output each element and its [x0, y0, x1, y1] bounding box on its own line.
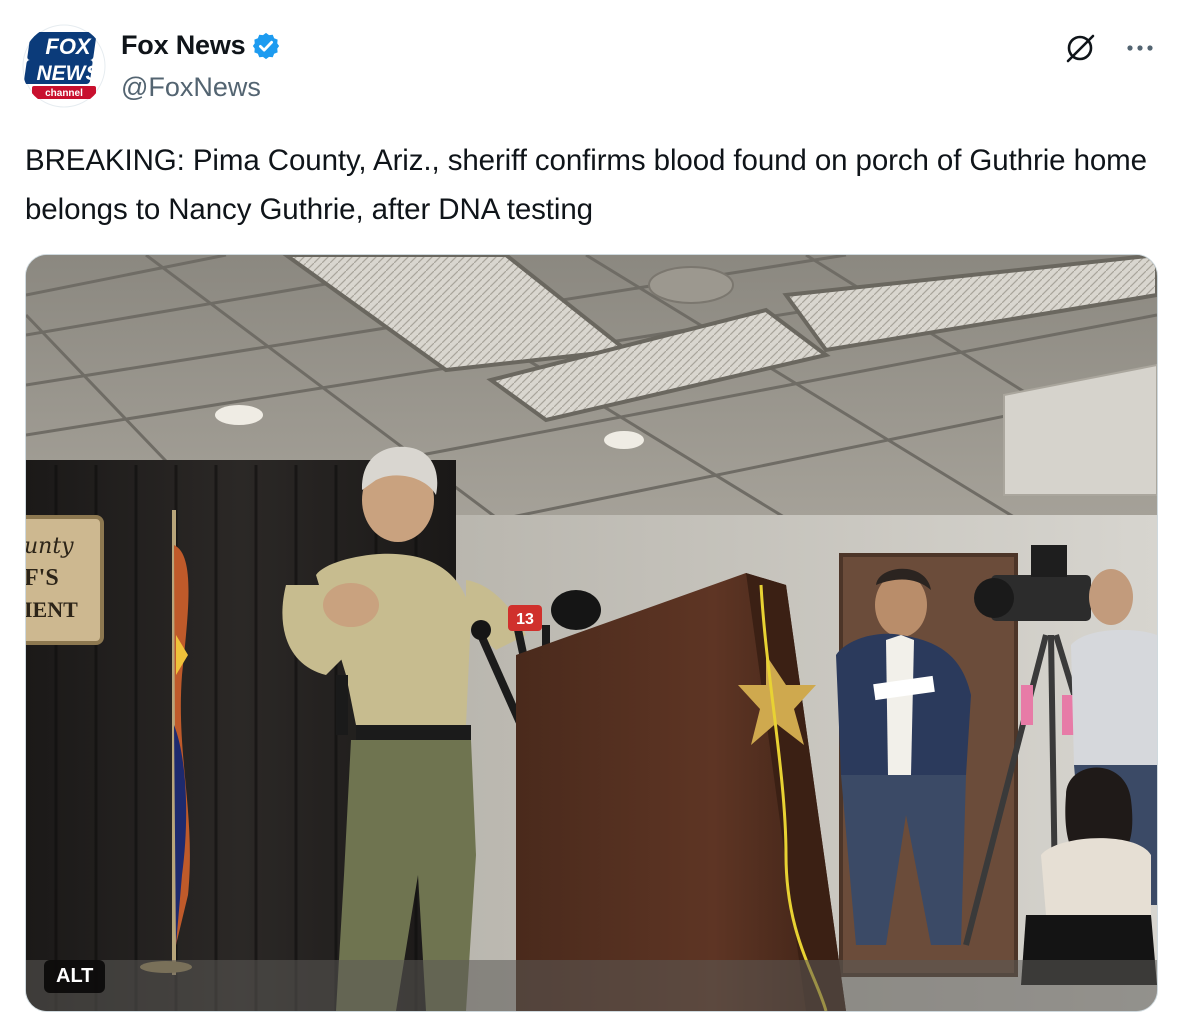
- tweet: FOX NEWS channel Fox News @FoxNews BREAK…: [0, 0, 1182, 1036]
- logo-line-3: channel: [45, 88, 83, 99]
- author-handle[interactable]: @FoxNews: [121, 72, 261, 103]
- alt-text-badge[interactable]: ALT: [44, 960, 106, 993]
- more-options-icon[interactable]: [1122, 30, 1158, 66]
- mic-flag-label: 13: [516, 611, 534, 628]
- fox-news-avatar[interactable]: FOX NEWS channel: [22, 24, 106, 108]
- fox-news-logo: FOX NEWS channel: [22, 24, 106, 108]
- author-display-name[interactable]: Fox News: [121, 30, 246, 61]
- tweet-photo[interactable]: unty F'S IENT 13 ALT: [25, 254, 1158, 1012]
- ceiling-speaker: [648, 266, 734, 304]
- logo-line-2: NEWS: [37, 62, 100, 85]
- verified-badge-icon[interactable]: [251, 31, 281, 61]
- sign-line-1: unty: [26, 534, 74, 559]
- press-conference-photo: unty F'S IENT 13: [26, 255, 1157, 1011]
- sign-line-2: F'S: [26, 565, 59, 591]
- ceiling-light-1: [215, 405, 263, 425]
- ceiling-light-2: [604, 431, 644, 449]
- tweet-text: BREAKING: Pima County, Ariz., sheriff co…: [25, 144, 1147, 226]
- sign-line-3: IENT: [26, 597, 78, 622]
- grok-icon[interactable]: [1062, 30, 1098, 66]
- author-name-row: Fox News: [121, 30, 281, 61]
- logo-line-1: FOX: [45, 34, 92, 59]
